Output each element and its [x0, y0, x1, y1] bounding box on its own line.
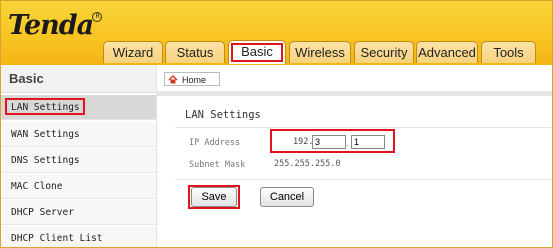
highlight-box: [188, 185, 240, 209]
tab-status[interactable]: Status: [165, 41, 225, 63]
divider: [175, 179, 551, 180]
registered-mark-icon: R: [92, 12, 103, 22]
router-admin-window: Tenda R Wizard Status Basic Wireless Sec…: [0, 0, 553, 248]
sidebar: Basic LAN Settings WAN Settings DNS Sett…: [1, 65, 156, 247]
home-breadcrumb[interactable]: Home: [164, 72, 220, 86]
breadcrumb-label: Home: [182, 75, 207, 85]
tab-security[interactable]: Security: [354, 41, 414, 63]
highlight-box: [270, 129, 395, 153]
divider: [175, 127, 551, 128]
main-content: Home LAN Settings IP Address 192.168. . …: [156, 65, 552, 247]
tab-wizard[interactable]: Wizard: [103, 41, 163, 63]
subnet-mask-value: 255.255.255.0: [274, 159, 341, 169]
sidebar-item-mac-clone[interactable]: MAC Clone: [1, 174, 156, 199]
highlight-box: [5, 98, 85, 115]
divider-strip: [157, 91, 552, 96]
tab-basic[interactable]: Basic: [228, 40, 286, 64]
highlight-box: [231, 43, 283, 62]
subnet-mask-label: Subnet Mask: [189, 160, 246, 170]
home-icon: [168, 75, 178, 84]
sidebar-title: Basic: [1, 65, 156, 93]
sidebar-item-dhcp-client-list[interactable]: DHCP Client List: [1, 226, 156, 247]
tab-tools[interactable]: Tools: [481, 41, 536, 63]
tab-wireless[interactable]: Wireless: [289, 41, 351, 63]
panel-title: LAN Settings: [185, 109, 261, 121]
sidebar-item-dns-settings[interactable]: DNS Settings: [1, 148, 156, 173]
lan-settings-panel: LAN Settings IP Address 192.168. . Subne…: [175, 99, 551, 247]
sidebar-item-lan-settings[interactable]: LAN Settings: [1, 95, 156, 120]
header-bar: Tenda R Wizard Status Basic Wireless Sec…: [1, 1, 552, 65]
ip-address-label: IP Address: [189, 138, 241, 148]
sidebar-item-wan-settings[interactable]: WAN Settings: [1, 122, 156, 147]
tab-advanced[interactable]: Advanced: [416, 41, 478, 63]
logo-text: Tenda: [8, 10, 94, 41]
sidebar-item-dhcp-server[interactable]: DHCP Server: [1, 200, 156, 225]
cancel-button[interactable]: Cancel: [260, 187, 314, 207]
tenda-logo: Tenda R: [8, 10, 103, 41]
